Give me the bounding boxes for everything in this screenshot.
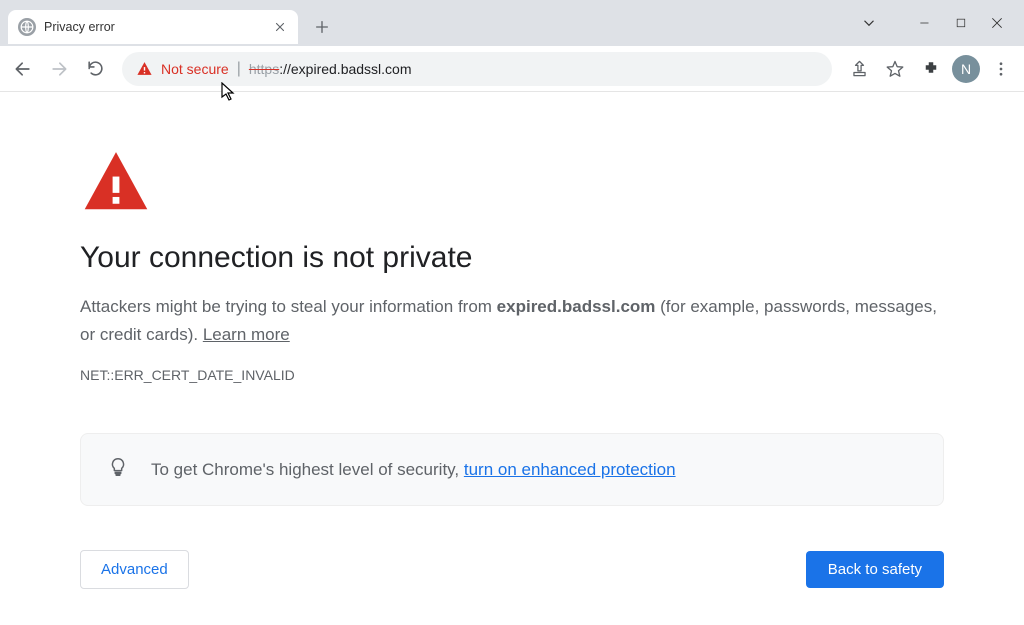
back-button[interactable] (8, 54, 38, 84)
advanced-button[interactable]: Advanced (80, 550, 189, 589)
bookmark-icon[interactable] (880, 54, 910, 84)
error-code: NET::ERR_CERT_DATE_INVALID (80, 367, 944, 383)
url-rest: ://expired.badssl.com (279, 61, 411, 77)
body-host: expired.badssl.com (497, 297, 656, 316)
page-heading: Your connection is not private (80, 241, 944, 275)
not-secure-label: Not secure (161, 61, 229, 77)
reload-button[interactable] (80, 54, 110, 84)
enhanced-protection-link[interactable]: turn on enhanced protection (464, 460, 676, 479)
close-tab-icon[interactable] (272, 19, 288, 35)
new-tab-button[interactable] (308, 13, 336, 41)
chevron-down-icon[interactable] (854, 8, 884, 38)
window-controls (842, 0, 1024, 46)
browser-tab[interactable]: Privacy error (8, 10, 298, 44)
globe-icon (18, 18, 36, 36)
enhanced-protection-tip: To get Chrome's highest level of securit… (80, 433, 944, 506)
minimize-button[interactable] (910, 8, 940, 38)
maximize-button[interactable] (946, 8, 976, 38)
close-window-button[interactable] (982, 8, 1012, 38)
warning-triangle-icon (82, 148, 150, 216)
address-bar[interactable]: Not secure | https ://expired.badssl.com (122, 52, 832, 86)
extensions-icon[interactable] (916, 54, 946, 84)
button-row: Advanced Back to safety (80, 550, 944, 589)
body-prefix: Attackers might be trying to steal your … (80, 297, 497, 316)
toolbar: Not secure | https ://expired.badssl.com… (0, 46, 1024, 92)
tip-text: To get Chrome's highest level of securit… (151, 460, 676, 480)
warning-description: Attackers might be trying to steal your … (80, 293, 944, 349)
warning-triangle-icon (136, 60, 153, 77)
avatar-initial: N (961, 61, 971, 77)
forward-button[interactable] (44, 54, 74, 84)
security-indicator[interactable]: Not secure (136, 60, 229, 77)
titlebar: Privacy error (0, 0, 1024, 46)
profile-avatar[interactable]: N (952, 55, 980, 83)
back-to-safety-button[interactable]: Back to safety (806, 551, 944, 588)
learn-more-link[interactable]: Learn more (203, 325, 290, 344)
lightbulb-icon (107, 456, 129, 483)
tab-title: Privacy error (44, 20, 264, 34)
privacy-error-page: Your connection is not private Attackers… (0, 92, 1024, 617)
url-scheme: https (249, 61, 279, 77)
url-display: https ://expired.badssl.com (249, 61, 412, 77)
menu-button[interactable] (986, 54, 1016, 84)
divider: | (237, 60, 241, 78)
share-icon[interactable] (844, 54, 874, 84)
tip-prefix: To get Chrome's highest level of securit… (151, 460, 464, 479)
